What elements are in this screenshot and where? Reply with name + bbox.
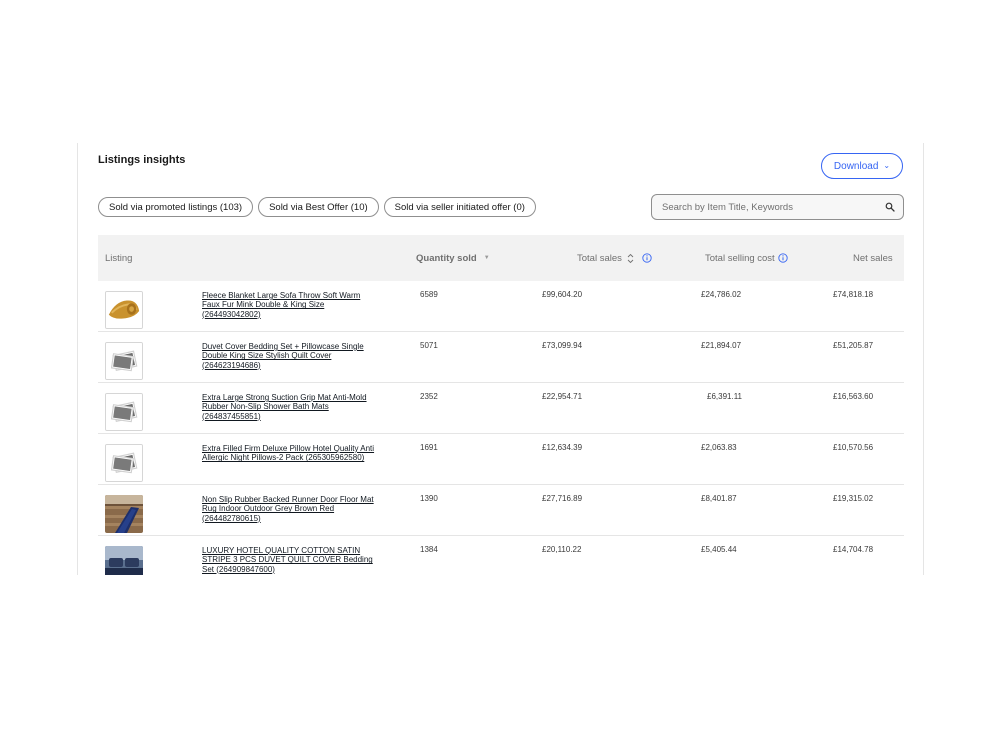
header-total-sales-label: Total sales xyxy=(577,252,622,264)
listing-title-link[interactable]: Extra Filled Firm Deluxe Pillow Hotel Qu… xyxy=(202,444,380,463)
listing-title-link[interactable]: Duvet Cover Bedding Set + Pillowcase Sin… xyxy=(202,342,380,370)
header-total-selling-cost-label: Total selling cost xyxy=(705,252,775,264)
total-sales-value: £22,954.71 xyxy=(542,392,583,401)
quantity-sold-value: 1390 xyxy=(420,494,438,503)
header-quantity-sold-label: Quantity sold xyxy=(416,252,477,264)
net-sales-value: £51,205.87 xyxy=(833,341,874,350)
quantity-sold-value: 5071 xyxy=(420,341,438,350)
filter-promoted-listings[interactable]: Sold via promoted listings (103) xyxy=(98,197,254,217)
total-selling-cost-value: £2,063.83 xyxy=(701,443,737,452)
table-row: Fleece Blanket Large Sofa Throw Soft War… xyxy=(98,281,904,332)
header-net-sales: Net sales xyxy=(853,235,893,281)
listing-title-link[interactable]: Fleece Blanket Large Sofa Throw Soft War… xyxy=(202,291,380,319)
filter-seller-initiated-offer[interactable]: Sold via seller initiated offer (0) xyxy=(383,197,536,217)
quantity-sold-value: 1384 xyxy=(420,545,438,554)
download-button[interactable]: Download ⌄ xyxy=(821,153,903,179)
placeholder-image-icon[interactable] xyxy=(105,393,143,431)
table-body: Fleece Blanket Large Sofa Throw Soft War… xyxy=(98,281,904,575)
total-sales-value: £12,634.39 xyxy=(542,443,583,452)
total-selling-cost-value: £6,391.11 xyxy=(707,392,742,401)
total-sales-value: £20,110.22 xyxy=(542,545,582,554)
runner-rug-photo-thumbnail[interactable] xyxy=(105,495,143,533)
listing-title-link[interactable]: Extra Large Strong Suction Grip Mat Anti… xyxy=(202,393,380,421)
header-total-selling-cost: Total selling cost xyxy=(705,235,788,281)
total-selling-cost-value: £8,401.87 xyxy=(701,494,737,503)
blanket-photo-thumbnail[interactable] xyxy=(105,291,143,329)
chevron-down-icon: ⌄ xyxy=(883,161,891,170)
table-row: Extra Filled Firm Deluxe Pillow Hotel Qu… xyxy=(98,434,904,485)
info-icon[interactable] xyxy=(778,253,788,263)
header-net-sales-label: Net sales xyxy=(853,252,893,264)
table-row: Extra Large Strong Suction Grip Mat Anti… xyxy=(98,383,904,434)
search-box xyxy=(651,194,904,220)
quantity-sold-value: 2352 xyxy=(420,392,438,401)
quantity-sold-value: 6589 xyxy=(420,290,438,299)
sort-descending-icon: ▼ xyxy=(483,255,490,261)
table-header: Listing Quantity sold ▼ Total sales Tota… xyxy=(98,235,904,281)
net-sales-value: £10,570.56 xyxy=(833,443,874,452)
filter-chips: Sold via promoted listings (103) Sold vi… xyxy=(98,197,536,217)
info-icon[interactable] xyxy=(642,253,652,263)
placeholder-image-icon[interactable] xyxy=(105,342,143,380)
header-listing: Listing xyxy=(105,235,132,281)
search-input[interactable] xyxy=(662,201,885,213)
total-selling-cost-value: £5,405.44 xyxy=(701,545,737,554)
table-row: Duvet Cover Bedding Set + Pillowcase Sin… xyxy=(98,332,904,383)
net-sales-value: £14,704.78 xyxy=(833,545,874,554)
header-total-sales[interactable]: Total sales xyxy=(577,235,652,281)
total-sales-value: £99,604.20 xyxy=(542,290,583,299)
listing-title-link[interactable]: LUXURY HOTEL QUALITY COTTON SATIN STRIPE… xyxy=(202,546,380,574)
listings-insights-panel: Listings insights Download ⌄ Sold via pr… xyxy=(77,143,924,575)
net-sales-value: £74,818.18 xyxy=(833,290,874,299)
total-sales-value: £27,716.89 xyxy=(542,494,583,503)
table-row: LUXURY HOTEL QUALITY COTTON SATIN STRIPE… xyxy=(98,536,904,575)
total-sales-value: £73,099.94 xyxy=(542,341,583,350)
placeholder-image-icon[interactable] xyxy=(105,444,143,482)
bedding-photo-thumbnail[interactable] xyxy=(105,546,143,575)
net-sales-value: £19,315.02 xyxy=(833,494,874,503)
header-listing-label: Listing xyxy=(105,252,133,264)
net-sales-value: £16,563.60 xyxy=(833,392,874,401)
listing-title-link[interactable]: Non Slip Rubber Backed Runner Door Floor… xyxy=(202,495,380,523)
table-row: Non Slip Rubber Backed Runner Door Floor… xyxy=(98,485,904,536)
total-selling-cost-value: £24,786.02 xyxy=(701,290,742,299)
download-label: Download xyxy=(833,160,879,172)
search-icon[interactable] xyxy=(885,202,895,212)
total-selling-cost-value: £21,894.07 xyxy=(701,341,742,350)
sort-icon[interactable] xyxy=(627,253,634,264)
filter-best-offer[interactable]: Sold via Best Offer (10) xyxy=(258,197,379,217)
panel-title: Listings insights xyxy=(98,154,186,166)
quantity-sold-value: 1691 xyxy=(420,443,438,452)
header-quantity-sold[interactable]: Quantity sold ▼ xyxy=(416,235,490,281)
